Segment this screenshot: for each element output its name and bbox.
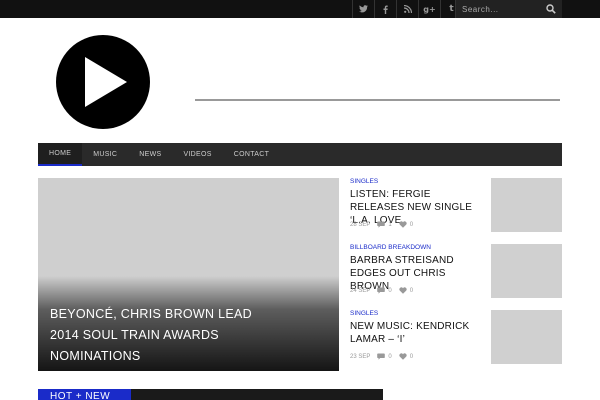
nav-item-videos[interactable]: VIDEOS: [172, 143, 222, 166]
search-input[interactable]: [462, 4, 542, 14]
post-meta: 28 SEP 1 0: [350, 221, 413, 228]
like-count: 0: [409, 287, 414, 294]
twitter-icon[interactable]: [352, 0, 374, 18]
play-icon: [85, 57, 127, 107]
comment-count: 0: [388, 353, 392, 360]
post-date: 23 SEP: [350, 353, 371, 360]
post-meta: 24 SEP 0 0: [350, 287, 413, 294]
hot-new-bar: HOT + NEW: [38, 389, 383, 400]
comment-icon: [377, 221, 386, 228]
top-bar: g+ t: [0, 0, 600, 18]
heart-icon: [399, 221, 407, 228]
post-category[interactable]: SINGLES: [350, 178, 378, 185]
comment-icon: [377, 353, 386, 360]
comment-icon: [377, 287, 386, 294]
search-box: [455, 0, 562, 18]
like-count: 0: [409, 353, 414, 360]
post-thumbnail[interactable]: [491, 178, 562, 232]
google-plus-icon[interactable]: g+: [418, 0, 440, 18]
comment-count: 0: [388, 287, 392, 294]
rss-icon[interactable]: [396, 0, 418, 18]
facebook-icon[interactable]: [374, 0, 396, 18]
post-thumbnail[interactable]: [491, 244, 562, 298]
post-category[interactable]: SINGLES: [350, 310, 378, 317]
post-date: 24 SEP: [350, 287, 371, 294]
comment-count: 1: [388, 221, 392, 228]
post-meta: 23 SEP 0 0: [350, 353, 413, 360]
nav-item-contact[interactable]: CONTACT: [223, 143, 280, 166]
heart-icon: [399, 287, 407, 294]
post-date: 28 SEP: [350, 221, 371, 228]
search-icon[interactable]: [546, 4, 556, 14]
hot-new-label: HOT + NEW: [38, 389, 131, 400]
featured-title[interactable]: BEYONCÉ, CHRIS BROWN LEAD 2014 SOUL TRAI…: [50, 304, 270, 367]
header-divider: [195, 99, 560, 101]
post-category[interactable]: BILLBOARD BREAKDOWN: [350, 244, 431, 251]
nav-item-news[interactable]: NEWS: [128, 143, 172, 166]
post-item[interactable]: SINGLES NEW MUSIC: KENDRICK LAMAR – ‘I’ …: [350, 310, 562, 365]
featured-post[interactable]: BEYONCÉ, CHRIS BROWN LEAD 2014 SOUL TRAI…: [38, 178, 339, 371]
post-title[interactable]: NEW MUSIC: KENDRICK LAMAR – ‘I’: [350, 320, 485, 346]
post-item[interactable]: SINGLES LISTEN: FERGIE RELEASES NEW SING…: [350, 178, 562, 233]
nav-item-music[interactable]: MUSIC: [82, 143, 128, 166]
heart-icon: [399, 353, 407, 360]
nav-item-home[interactable]: HOME: [38, 143, 83, 166]
post-thumbnail[interactable]: [491, 310, 562, 364]
post-item[interactable]: BILLBOARD BREAKDOWN BARBRA STREISAND EDG…: [350, 244, 562, 299]
main-nav: HOME MUSIC NEWS VIDEOS CONTACT: [38, 143, 562, 166]
social-links: g+ t: [352, 0, 462, 18]
site-logo[interactable]: [56, 35, 150, 129]
like-count: 0: [409, 221, 414, 228]
